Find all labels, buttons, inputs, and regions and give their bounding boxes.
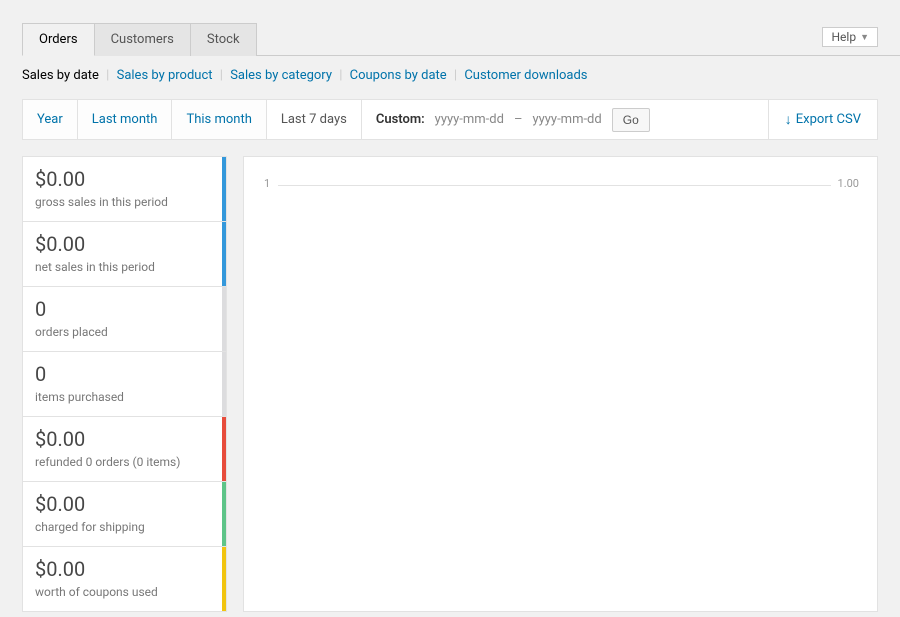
stat-color-bar [222,417,226,481]
export-label: Export CSV [796,112,861,127]
subnav-sales-by-category[interactable]: Sales by category [230,68,332,83]
date-filter-row: Year Last month This month Last 7 days C… [22,99,878,140]
separator: | [339,68,342,83]
stat-value: $0.00 [35,232,214,256]
y-axis-right-tick: 1.00 [838,177,859,190]
custom-label: Custom: [376,112,425,127]
stat-value: 0 [35,362,214,386]
download-icon: ↓ [785,111,792,128]
subnav-coupons-by-date[interactable]: Coupons by date [350,68,447,83]
stat-color-bar [222,222,226,286]
range-this-month[interactable]: This month [172,100,266,139]
stat-label: gross sales in this period [35,195,214,209]
stat-label: net sales in this period [35,260,214,274]
subnav-customer-downloads[interactable]: Customer downloads [464,68,587,83]
stat-label: orders placed [35,325,214,339]
chart-panel: 1 1.00 [243,156,878,612]
date-to-input[interactable]: yyyy-mm-dd [532,112,601,127]
date-from-input[interactable]: yyyy-mm-dd [435,112,504,127]
stat-refunded[interactable]: $0.00 refunded 0 orders (0 items) [22,417,227,482]
stat-color-bar [222,287,226,351]
separator: | [106,68,109,83]
separator: | [454,68,457,83]
stat-coupons[interactable]: $0.00 worth of coupons used [22,547,227,612]
help-label: Help [831,30,856,44]
custom-range-section: Custom: yyyy-mm-dd – yyyy-mm-dd Go [362,100,768,139]
stat-net-sales[interactable]: $0.00 net sales in this period [22,222,227,287]
stat-label: items purchased [35,390,214,404]
range-last-month[interactable]: Last month [78,100,173,139]
stat-orders-placed[interactable]: 0 orders placed [22,287,227,352]
stat-gross-sales[interactable]: $0.00 gross sales in this period [22,157,227,222]
range-last-7-days[interactable]: Last 7 days [267,100,362,139]
stat-label: charged for shipping [35,520,214,534]
report-subnav: Sales by date | Sales by product | Sales… [22,68,878,83]
stat-color-bar [222,482,226,546]
help-button[interactable]: Help ▼ [822,27,878,47]
stat-label: worth of coupons used [35,585,214,599]
stat-value: 0 [35,297,214,321]
stat-value: $0.00 [35,492,214,516]
dropdown-triangle-icon: ▼ [860,32,869,43]
chart-axis-line [278,185,831,186]
tab-customers[interactable]: Customers [95,23,191,56]
stats-sidebar: $0.00 gross sales in this period $0.00 n… [22,156,227,612]
tab-orders[interactable]: Orders [22,23,95,56]
go-button[interactable]: Go [612,108,650,132]
stat-shipping[interactable]: $0.00 charged for shipping [22,482,227,547]
stat-value: $0.00 [35,167,214,191]
tab-stock[interactable]: Stock [191,23,257,56]
main-tabs: Orders Customers Stock [22,22,900,56]
stat-label: refunded 0 orders (0 items) [35,455,214,469]
separator: | [220,68,223,83]
range-year[interactable]: Year [23,100,78,139]
stat-color-bar [222,547,226,611]
stat-color-bar [222,157,226,221]
y-axis-left-tick: 1 [264,177,270,190]
stat-items-purchased[interactable]: 0 items purchased [22,352,227,417]
export-csv-button[interactable]: ↓ Export CSV [768,100,877,139]
stat-value: $0.00 [35,427,214,451]
subnav-sales-by-product[interactable]: Sales by product [117,68,213,83]
stat-value: $0.00 [35,557,214,581]
content-area: $0.00 gross sales in this period $0.00 n… [22,156,878,612]
stat-color-bar [222,352,226,416]
subnav-current: Sales by date [22,68,99,83]
date-range-dash: – [514,112,523,127]
